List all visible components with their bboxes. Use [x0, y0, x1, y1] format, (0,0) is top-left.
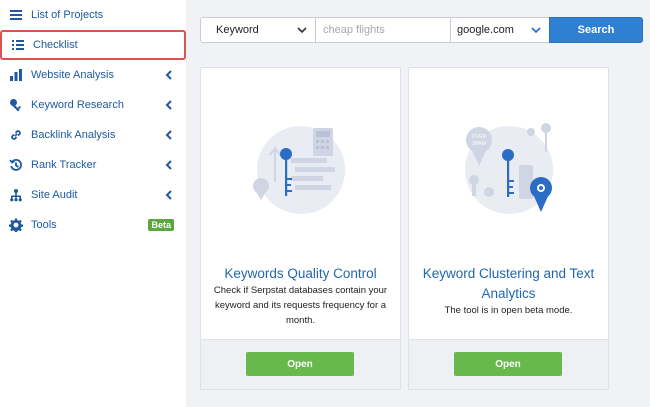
sidebar-item-list-of-projects[interactable]: List of Projects — [0, 0, 186, 30]
sidebar-item-checklist[interactable]: Checklist — [0, 30, 186, 60]
sidebar-item-label: Backlink Analysis — [31, 129, 116, 141]
database-value: google.com — [457, 24, 514, 36]
sidebar-item-label: Rank Tracker — [31, 159, 97, 171]
search-mode-select[interactable]: Keyword — [200, 17, 316, 43]
tool-card-keywords-quality-control: Keywords Quality Control Check if Serpst… — [200, 67, 401, 390]
card-description: Check if Serpstat databases contain your… — [213, 285, 388, 326]
gear-icon — [1, 210, 31, 240]
sidebar-item-label: Checklist — [33, 39, 78, 51]
sidebar-item-label: Site Audit — [31, 189, 78, 201]
sidebar-item-label: List of Projects — [31, 9, 104, 21]
sidebar: List of Projects Checklist Website Analy… — [0, 0, 186, 407]
card-title: Keyword Clustering and Text Analytics — [422, 266, 595, 301]
menu-icon — [1, 0, 31, 30]
search-button[interactable]: Search — [549, 17, 643, 43]
sidebar-item-label: Tools — [31, 219, 57, 231]
history-icon — [1, 150, 31, 180]
key-icon — [1, 90, 31, 120]
sidebar-item-label: Keyword Research — [31, 99, 124, 111]
link-icon — [1, 120, 31, 150]
sidebar-item-backlink-analysis[interactable]: Backlink Analysis — [0, 120, 186, 150]
chevron-left-icon[interactable] — [162, 188, 176, 202]
chart-icon — [1, 60, 31, 90]
chevron-left-icon[interactable] — [162, 68, 176, 82]
chevron-left-icon[interactable] — [162, 158, 176, 172]
beta-badge: Beta — [148, 219, 174, 231]
card-title: Keywords Quality Control — [224, 266, 377, 281]
sidebar-item-rank-tracker[interactable]: Rank Tracker — [0, 150, 186, 180]
card-footer: Open — [409, 339, 608, 389]
card-description: The tool is in open beta mode. — [444, 305, 573, 316]
sidebar-item-label: Website Analysis — [31, 69, 114, 81]
checklist-icon — [3, 30, 33, 60]
chevron-down-icon — [531, 27, 541, 33]
illustration-label-spam: SPAM — [472, 141, 486, 147]
illustration-label-over: OVER — [472, 134, 487, 140]
sidebar-item-site-audit[interactable]: Site Audit — [0, 180, 186, 210]
card-footer: Open — [201, 339, 400, 389]
open-button[interactable]: Open — [454, 352, 562, 376]
sidebar-item-keyword-research[interactable]: Keyword Research — [0, 90, 186, 120]
search-mode-value: Keyword — [216, 24, 259, 36]
search-input[interactable] — [316, 17, 451, 43]
search-bar: Keyword google.com Search — [200, 17, 644, 43]
sidebar-item-tools[interactable]: Tools Beta — [0, 210, 186, 240]
keywords-quality-illustration — [253, 126, 345, 214]
sidebar-item-website-analysis[interactable]: Website Analysis — [0, 60, 186, 90]
tool-card-keyword-clustering: OVER SPAM Keyword Clustering and Text An… — [408, 67, 609, 390]
sitemap-icon — [1, 180, 31, 210]
chevron-left-icon[interactable] — [162, 128, 176, 142]
database-select[interactable]: google.com — [451, 17, 550, 43]
open-button[interactable]: Open — [246, 352, 354, 376]
keyword-clustering-illustration: OVER SPAM — [465, 123, 553, 214]
chevron-left-icon[interactable] — [162, 98, 176, 112]
chevron-down-icon — [297, 27, 307, 33]
